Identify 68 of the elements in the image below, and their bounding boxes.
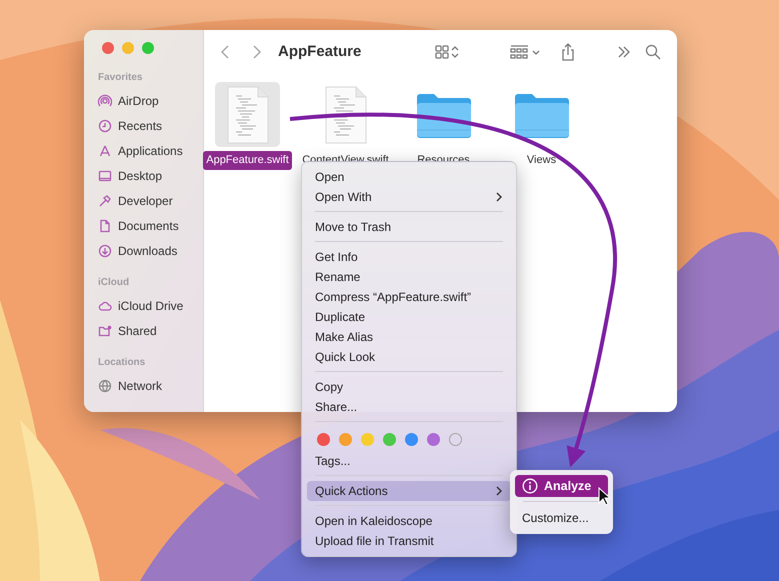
sidebar-item[interactable]: Applications: [98, 138, 203, 163]
window-title: AppFeature: [278, 42, 362, 62]
document-icon: [324, 86, 368, 144]
sidebar-item[interactable]: AirDrop: [98, 88, 203, 113]
close-button[interactable]: [102, 42, 114, 54]
sidebar-item[interactable]: Network: [98, 373, 203, 398]
sidebar-item[interactable]: Documents: [98, 213, 203, 238]
sidebar-item[interactable]: Recents: [98, 113, 203, 138]
download-icon: [98, 244, 112, 258]
menu-item[interactable]: Analyze: [515, 475, 608, 497]
tag-dot[interactable]: [405, 432, 418, 446]
section-heading: iCloud: [98, 276, 130, 290]
zoom-button[interactable]: [142, 42, 154, 54]
sidebar-item[interactable]: Downloads: [98, 238, 203, 263]
sidebar-item[interactable]: iCloud Drive: [98, 293, 203, 318]
tag-dot[interactable]: [317, 432, 330, 446]
section-heading: Favorites: [98, 71, 144, 85]
back-icon[interactable]: [220, 44, 230, 60]
menu-item[interactable]: Get Info: [307, 247, 511, 267]
menu-item[interactable]: Open With: [307, 187, 511, 207]
menu-item[interactable]: Compress “AppFeature.swift”: [307, 287, 511, 307]
menu-item[interactable]: Customize...: [515, 507, 608, 529]
icon-view-icon[interactable]: [435, 45, 459, 59]
clock-icon: [98, 118, 112, 132]
menu-item[interactable]: Tags...: [307, 451, 511, 471]
chevron-icon: [495, 486, 503, 496]
menu-item[interactable]: Quick Actions: [307, 481, 511, 501]
tag-dot[interactable]: [361, 432, 374, 446]
minimize-button[interactable]: [122, 42, 134, 54]
file-name[interactable]: AppFeature.swift: [203, 151, 292, 170]
menu-item[interactable]: Move to Trash: [307, 217, 511, 237]
menu-item[interactable]: Share...: [307, 397, 511, 417]
shared-folder-icon: [98, 324, 112, 338]
menu-item[interactable]: Duplicate: [307, 307, 511, 327]
folder-icon: [416, 92, 472, 138]
info-icon: [522, 478, 538, 494]
tag-dot[interactable]: [383, 432, 396, 446]
menu-item[interactable]: Open: [307, 167, 511, 187]
cursor-icon: [598, 487, 611, 506]
menu-item[interactable]: Open in Kaleidoscope: [307, 511, 511, 531]
menu-item[interactable]: Make Alias: [307, 327, 511, 347]
airdrop-icon: [98, 94, 112, 108]
sidebar-item[interactable]: Desktop: [98, 163, 203, 188]
tag-dot[interactable]: [449, 432, 462, 446]
file-tile[interactable]: [215, 82, 280, 147]
group-icon[interactable]: [510, 45, 540, 59]
menu-item[interactable]: Copy: [307, 377, 511, 397]
sidebar-item[interactable]: Shared: [98, 318, 203, 343]
document-icon: [226, 86, 270, 144]
folder-icon: [514, 92, 570, 138]
menu-item[interactable]: Rename: [307, 267, 511, 287]
sidebar-item[interactable]: Developer: [98, 188, 203, 213]
search-icon[interactable]: [645, 44, 661, 60]
hammer-icon: [98, 194, 112, 208]
share-icon[interactable]: [561, 43, 575, 61]
applications-icon: [98, 144, 112, 158]
globe-icon: [98, 378, 112, 392]
menu-item[interactable]: Upload file in Transmit: [307, 531, 511, 551]
section-heading: Locations: [98, 356, 146, 370]
tag-dot[interactable]: [427, 432, 440, 446]
desktop-icon: [98, 168, 112, 182]
document-icon: [98, 218, 112, 232]
file-name[interactable]: Views: [524, 151, 560, 170]
chevron-icon: [495, 192, 503, 202]
menu-item[interactable]: Quick Look: [307, 347, 511, 367]
tag-dot[interactable]: [339, 432, 352, 446]
more-icon[interactable]: [617, 46, 631, 58]
forward-icon[interactable]: [252, 44, 262, 60]
